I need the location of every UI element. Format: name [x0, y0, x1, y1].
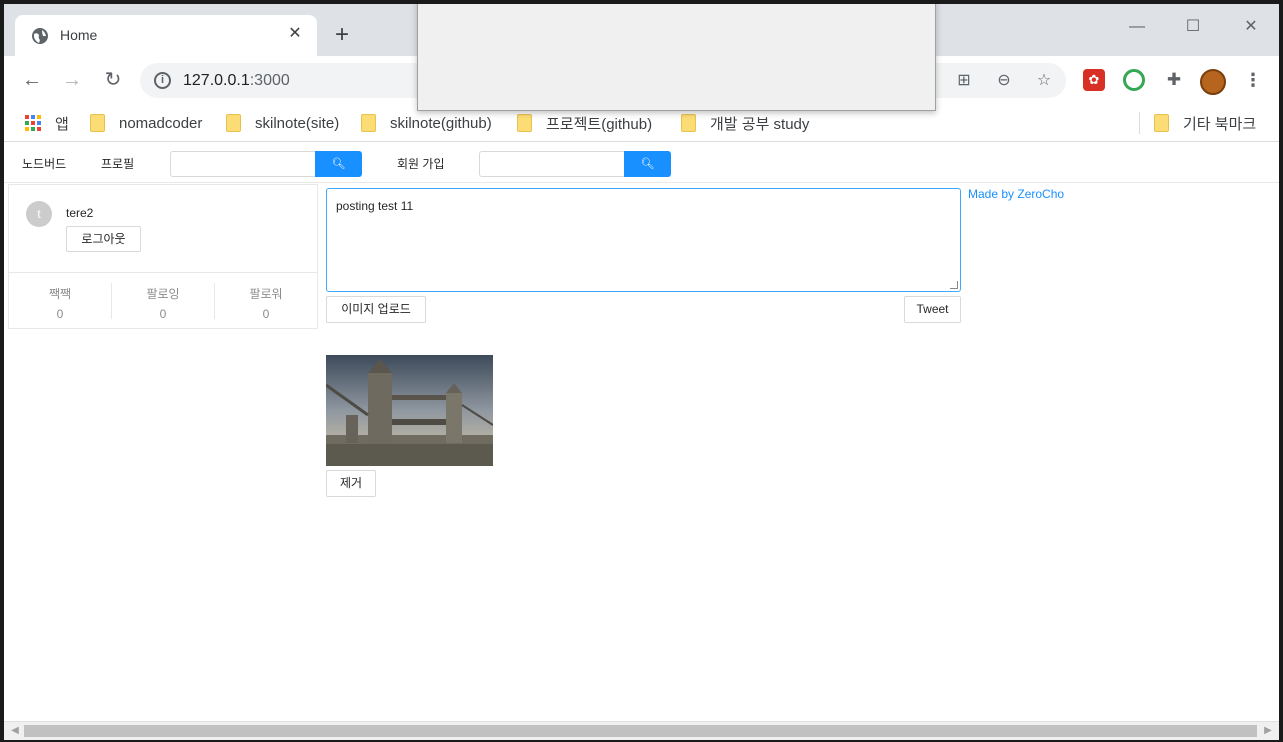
scroll-left-icon[interactable]: ◀ — [8, 725, 22, 737]
bookmark-star-icon[interactable]: ☆ — [1033, 71, 1055, 91]
url-text: 127.0.0.1:3000 — [183, 72, 290, 90]
tab-home[interactable]: Home ✕ — [15, 15, 317, 56]
page-content: 노드버드 프로필 🔍︎ 회원 가입 🔍︎ t tere2 로그아웃 짹짹 0 팔… — [4, 143, 1279, 721]
chrome-menu-icon[interactable]: ⋮ — [1244, 68, 1262, 92]
uploaded-image-preview — [326, 355, 493, 466]
apps-grid-icon — [25, 115, 41, 131]
bookmark-label: 개발 공부 study — [710, 115, 810, 133]
top-menu: 노드버드 프로필 🔍︎ 회원 가입 🔍︎ — [4, 143, 1279, 183]
folder-icon — [90, 114, 105, 132]
window-close-icon[interactable]: ✕ — [1228, 12, 1274, 42]
extension-green-icon[interactable] — [1123, 69, 1145, 91]
user-stats: 짹짹 0 팔로잉 0 팔로워 0 — [9, 272, 317, 329]
stat-value: 0 — [56, 307, 64, 321]
globe-icon — [32, 28, 48, 44]
bookmark-separator — [1139, 112, 1140, 134]
bookmark-apps[interactable]: 앱 — [25, 112, 69, 134]
overlay-popup — [417, 4, 936, 111]
folder-icon — [1154, 114, 1169, 132]
reload-icon[interactable]: ↻ — [101, 68, 125, 92]
bookmark-dev-study[interactable]: 개발 공부 study — [681, 112, 809, 134]
tower-bridge-image — [326, 355, 493, 466]
url-host: 127.0.0.1 — [183, 72, 250, 89]
resize-handle-icon[interactable] — [950, 281, 958, 289]
bookmark-label: nomadcoder — [119, 114, 203, 132]
site-info-icon[interactable]: i — [154, 72, 171, 89]
post-text: posting test 11 — [336, 199, 414, 213]
back-icon[interactable]: ← — [20, 68, 44, 92]
search-icon[interactable]: 🔍︎ — [315, 151, 362, 177]
search-input-2[interactable] — [479, 151, 624, 177]
bookmark-label: skilnote(site) — [255, 114, 340, 132]
stat-value: 0 — [159, 307, 167, 321]
image-upload-button[interactable]: 이미지 업로드 — [326, 296, 426, 323]
stat-label: 짹짹 — [48, 287, 72, 301]
bookmark-label: skilnote(github) — [390, 114, 492, 132]
browser-window: Home ✕ + — ☐ ✕ ← → ↻ i 127.0.0.1:3000 ⊞ … — [4, 4, 1279, 740]
post-textarea[interactable]: posting test 11 — [326, 188, 961, 292]
url-port: :3000 — [249, 72, 290, 89]
folder-icon — [681, 114, 696, 132]
tab-title: Home — [60, 27, 98, 43]
folder-icon — [226, 114, 241, 132]
forward-icon[interactable]: → — [60, 68, 84, 92]
bookmark-project-github[interactable]: 프로젝트(github) — [517, 112, 652, 134]
bookmark-skilnote-site[interactable]: skilnote(site) — [226, 112, 339, 134]
bookmark-nomadcoder[interactable]: nomadcoder — [90, 112, 202, 134]
stat-following[interactable]: 팔로잉 0 — [112, 283, 215, 321]
folder-icon — [517, 114, 532, 132]
scroll-right-icon[interactable]: ▶ — [1261, 725, 1275, 737]
stat-label: 팔로워 — [249, 287, 283, 301]
menu-signup[interactable]: 회원 가입 — [397, 155, 445, 172]
new-tab-button[interactable]: + — [329, 22, 355, 48]
stat-value: 0 — [262, 307, 270, 321]
zoom-out-icon[interactable]: ⊖ — [993, 71, 1015, 91]
logout-button[interactable]: 로그아웃 — [66, 226, 141, 252]
minimize-icon[interactable]: — — [1114, 12, 1160, 42]
search-box-2: 🔍︎ — [479, 151, 671, 177]
bookmark-other[interactable]: 기타 북마크 — [1154, 112, 1256, 134]
extensions-puzzle-icon[interactable]: ✚ — [1163, 69, 1185, 91]
user-profile-card: t tere2 로그아웃 짹짹 0 팔로잉 0 팔로워 0 — [8, 184, 318, 329]
menu-nodebird[interactable]: 노드버드 — [22, 155, 66, 172]
search-icon[interactable]: 🔍︎ — [624, 151, 671, 177]
maximize-icon[interactable]: ☐ — [1170, 12, 1216, 42]
profile-avatar-icon[interactable] — [1200, 69, 1226, 95]
stat-followers[interactable]: 팔로워 0 — [215, 283, 317, 321]
tweet-button[interactable]: Tweet — [904, 296, 961, 323]
stat-tweets[interactable]: 짹짹 0 — [9, 283, 112, 321]
scrollbar-thumb[interactable] — [24, 725, 1257, 737]
bookmark-label: 프로젝트(github) — [546, 115, 653, 133]
folder-icon — [361, 114, 376, 132]
search-box-1: 🔍︎ — [170, 151, 362, 177]
remove-image-button[interactable]: 제거 — [326, 470, 376, 497]
made-by-link[interactable]: Made by ZeroCho — [968, 187, 1064, 201]
extension-red-icon[interactable]: ✿ — [1083, 69, 1105, 91]
horizontal-scrollbar[interactable]: ◀ ▶ — [4, 721, 1279, 740]
bookmark-label: 기타 북마크 — [1183, 115, 1257, 133]
bookmark-skilnote-github[interactable]: skilnote(github) — [361, 112, 492, 134]
search-input-1[interactable] — [170, 151, 315, 177]
menu-profile[interactable]: 프로필 — [101, 155, 134, 172]
translate-icon[interactable]: ⊞ — [953, 71, 975, 91]
stat-label: 팔로잉 — [146, 287, 180, 301]
avatar: t — [26, 201, 52, 227]
user-nickname: tere2 — [66, 206, 94, 220]
tab-close-icon[interactable]: ✕ — [285, 24, 305, 44]
bookmark-label: 앱 — [55, 115, 69, 133]
